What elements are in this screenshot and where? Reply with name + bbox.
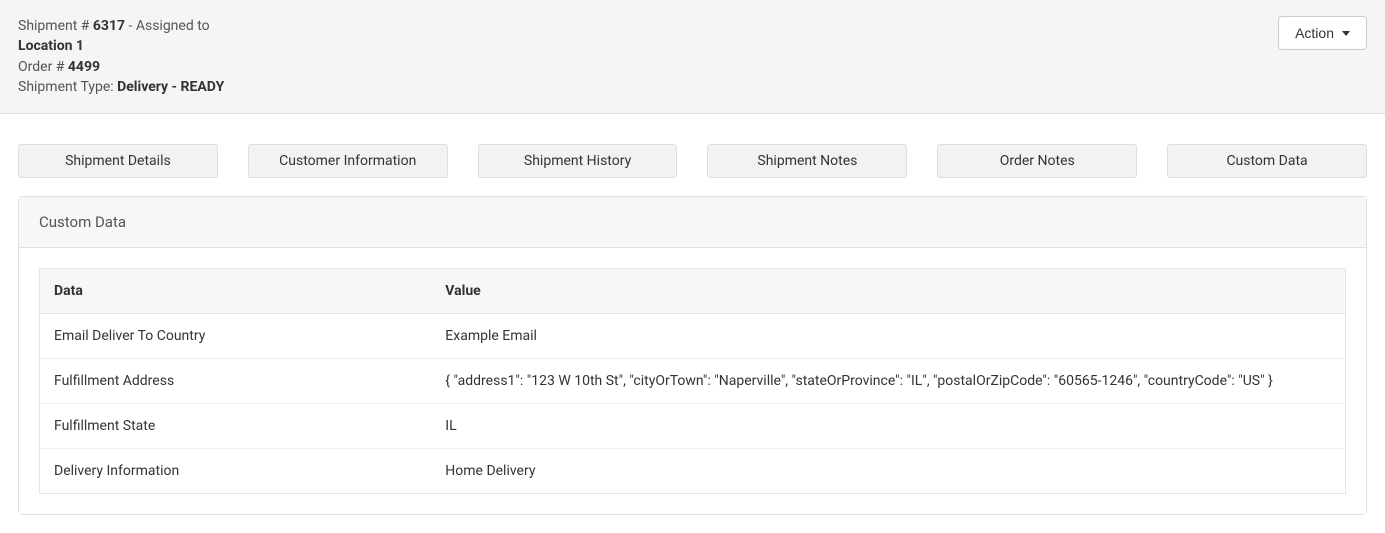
cell-data: Fulfillment State [40, 404, 432, 449]
table-header-row: Data Value [40, 269, 1346, 314]
cell-value: { "address1": "123 W 10th St", "cityOrTo… [431, 359, 1345, 404]
cell-data: Fulfillment Address [40, 359, 432, 404]
tab-label: Custom Data [1226, 153, 1307, 169]
custom-data-table: Data Value Email Deliver To Country Exam… [39, 268, 1346, 494]
tab-row: Shipment Details Customer Information Sh… [18, 144, 1367, 178]
type-label: Shipment Type: [18, 79, 117, 95]
col-data: Data [40, 269, 432, 314]
topbar: Shipment # 6317 - Assigned to Location 1… [0, 0, 1385, 114]
type-value: Delivery - READY [117, 79, 224, 95]
tab-custom-data[interactable]: Custom Data [1167, 144, 1367, 178]
card-title: Custom Data [19, 197, 1366, 248]
location-line: Location 1 [18, 36, 224, 56]
cell-value: Home Delivery [431, 449, 1345, 494]
tab-shipment-history[interactable]: Shipment History [478, 144, 678, 178]
table-row: Email Deliver To Country Example Email [40, 314, 1346, 359]
shipment-line: Shipment # 6317 - Assigned to [18, 16, 224, 36]
shipment-number: 6317 [93, 18, 125, 34]
card-body: Data Value Email Deliver To Country Exam… [19, 248, 1366, 514]
order-line: Order # 4499 [18, 57, 224, 77]
assigned-suffix: - Assigned to [125, 18, 210, 34]
tab-label: Customer Information [279, 153, 416, 169]
cell-data: Delivery Information [40, 449, 432, 494]
tab-shipment-notes[interactable]: Shipment Notes [707, 144, 907, 178]
shipment-label: Shipment # [18, 18, 93, 34]
tab-label: Shipment History [524, 153, 631, 169]
location-value: Location 1 [18, 38, 84, 54]
type-line: Shipment Type: Delivery - READY [18, 77, 224, 97]
content: Shipment Details Customer Information Sh… [0, 114, 1385, 533]
table-row: Delivery Information Home Delivery [40, 449, 1346, 494]
order-label: Order # [18, 59, 68, 75]
tab-label: Order Notes [1000, 153, 1075, 169]
tab-customer-information[interactable]: Customer Information [248, 144, 448, 178]
tab-order-notes[interactable]: Order Notes [937, 144, 1137, 178]
shipment-info: Shipment # 6317 - Assigned to Location 1… [18, 16, 224, 97]
chevron-down-icon [1342, 31, 1350, 36]
table-row: Fulfillment State IL [40, 404, 1346, 449]
tab-label: Shipment Notes [757, 153, 857, 169]
action-label: Action [1295, 25, 1334, 41]
action-button[interactable]: Action [1278, 16, 1367, 50]
tab-label: Shipment Details [65, 153, 171, 169]
custom-data-card: Custom Data Data Value Email Deliver To … [18, 196, 1367, 515]
col-value: Value [431, 269, 1345, 314]
cell-data: Email Deliver To Country [40, 314, 432, 359]
tab-shipment-details[interactable]: Shipment Details [18, 144, 218, 178]
order-number: 4499 [68, 59, 100, 75]
cell-value: Example Email [431, 314, 1345, 359]
table-row: Fulfillment Address { "address1": "123 W… [40, 359, 1346, 404]
cell-value: IL [431, 404, 1345, 449]
